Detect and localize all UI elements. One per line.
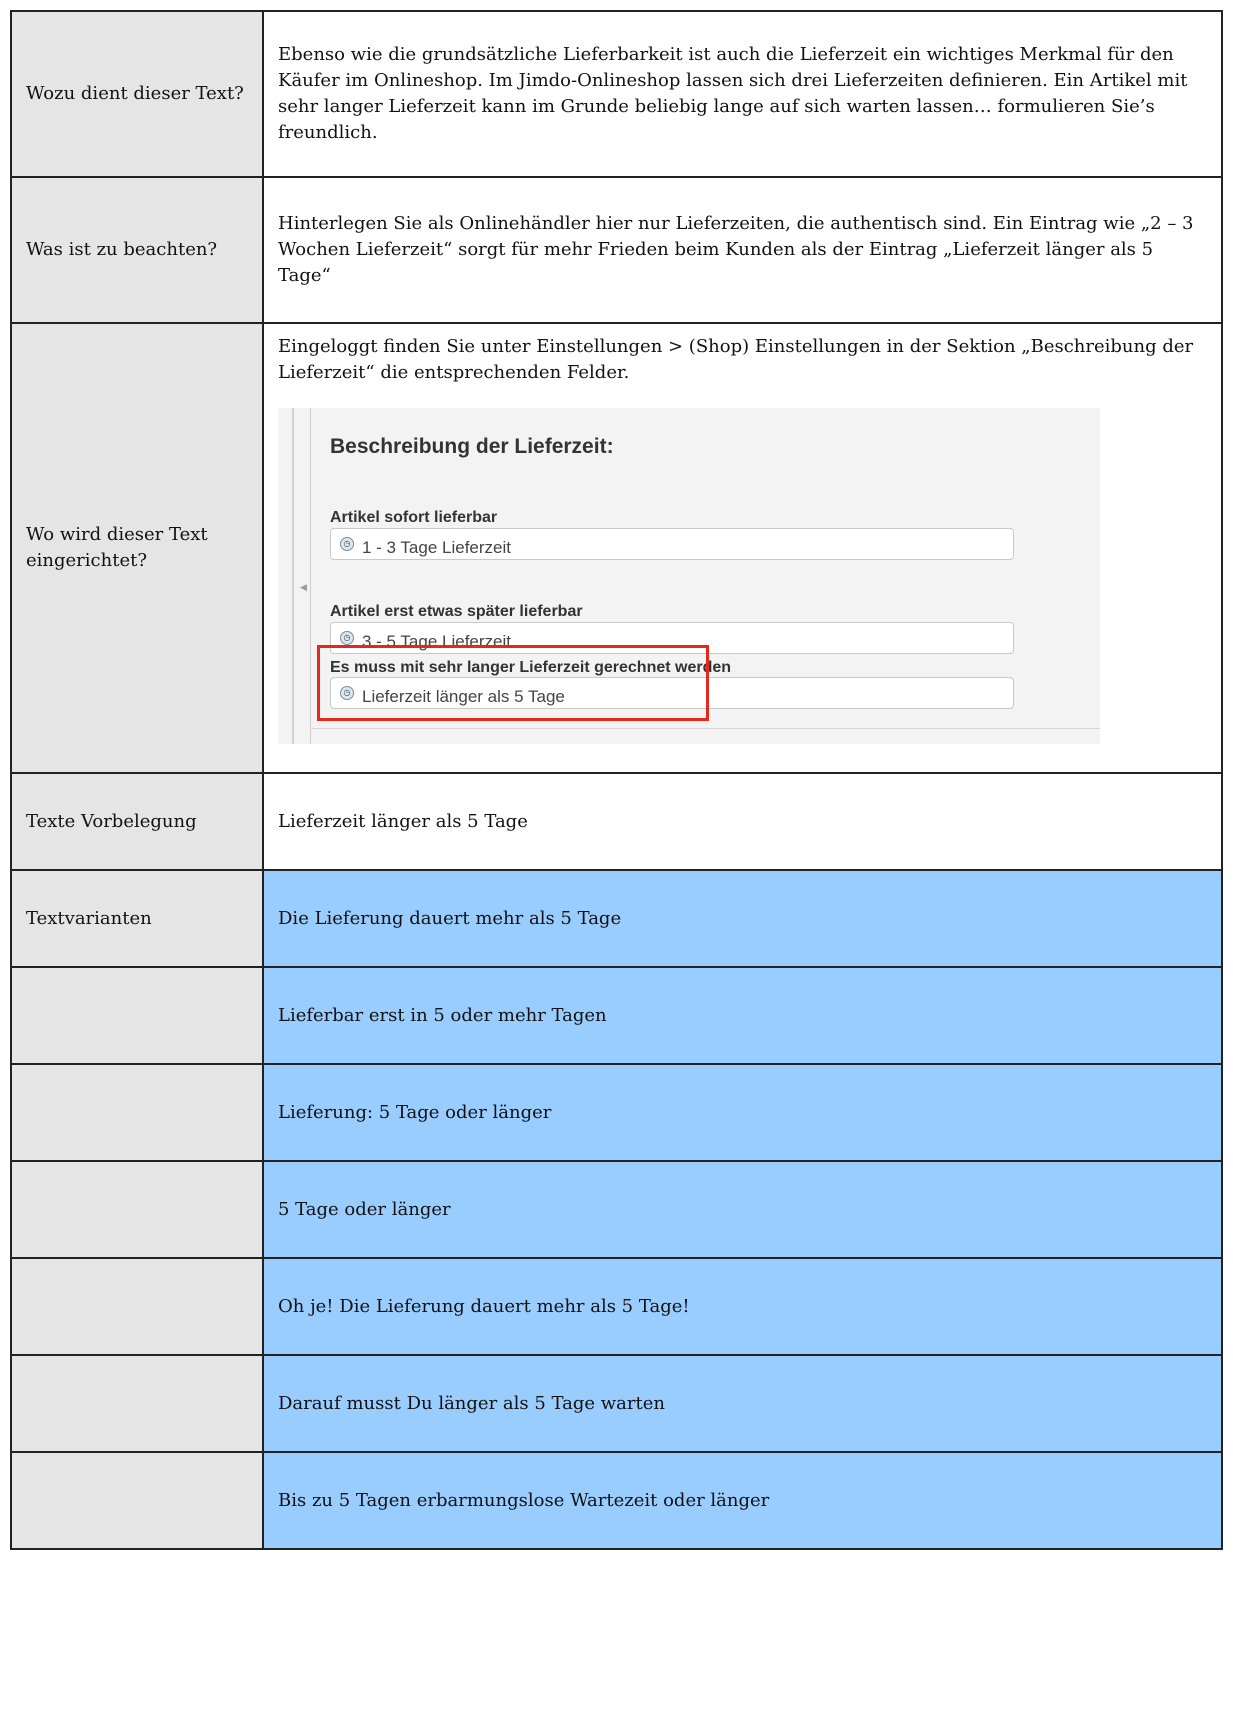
row-location: Wo wird dieser Text eingerichtet? Eingel… bbox=[10, 322, 1223, 774]
clock-icon: ◷ bbox=[340, 631, 354, 645]
variant-text: Bis zu 5 Tagen erbarmungslose Wartezeit … bbox=[262, 1451, 1223, 1550]
row-variant: Lieferbar erst in 5 oder mehr Tagen bbox=[10, 966, 1223, 1065]
variant-text: Lieferbar erst in 5 oder mehr Tagen bbox=[262, 966, 1223, 1065]
row-label-empty bbox=[10, 966, 264, 1065]
collapse-arrow-icon: ◀ bbox=[300, 582, 307, 592]
row-label-empty bbox=[10, 1451, 264, 1550]
screenshot-bottom-border bbox=[310, 728, 1100, 729]
clock-icon: ◷ bbox=[340, 537, 354, 551]
row-variant: 5 Tage oder länger bbox=[10, 1160, 1223, 1259]
row-variant: Bis zu 5 Tagen erbarmungslose Wartezeit … bbox=[10, 1451, 1223, 1550]
row-variant: Textvarianten Die Lieferung dauert mehr … bbox=[10, 869, 1223, 968]
row-label-location: Wo wird dieser Text eingerichtet? bbox=[10, 322, 264, 774]
row-text-location: Eingeloggt finden Sie unter Einstellunge… bbox=[278, 336, 1194, 383]
variant-text: Die Lieferung dauert mehr als 5 Tage bbox=[262, 869, 1223, 968]
row-label-empty bbox=[10, 1063, 264, 1162]
row-variant: Lieferung: 5 Tage oder länger bbox=[10, 1063, 1223, 1162]
variant-text: Oh je! Die Lieferung dauert mehr als 5 T… bbox=[262, 1257, 1223, 1356]
row-default: Texte Vorbelegung Lieferzeit länger als … bbox=[10, 772, 1223, 871]
screenshot-divider bbox=[310, 408, 311, 744]
variant-text: 5 Tage oder länger bbox=[262, 1160, 1223, 1259]
row-label-purpose: Wozu dient dieser Text? bbox=[10, 10, 264, 178]
variant-text: Darauf musst Du länger als 5 Tage warten bbox=[262, 1354, 1223, 1453]
row-variant: Darauf musst Du länger als 5 Tage warten bbox=[10, 1354, 1223, 1453]
row-label-empty bbox=[10, 1257, 264, 1356]
row-label-empty bbox=[10, 1160, 264, 1259]
row-content-location: Eingeloggt finden Sie unter Einstellunge… bbox=[262, 322, 1223, 774]
row-text-notes: Hinterlegen Sie als Onlinehändler hier n… bbox=[262, 176, 1223, 324]
row-label-default: Texte Vorbelegung bbox=[10, 772, 264, 871]
field-value-immediate: 1 - 3 Tage Lieferzeit bbox=[362, 538, 511, 557]
settings-screenshot: ◀ Beschreibung der Lieferzeit: Artikel s… bbox=[278, 408, 1100, 744]
delivery-text-table: Wozu dient dieser Text? Ebenso wie die g… bbox=[10, 10, 1223, 1550]
screenshot-divider bbox=[292, 408, 294, 744]
row-label-notes: Was ist zu beachten? bbox=[10, 176, 264, 324]
screenshot-section-title: Beschreibung der Lieferzeit: bbox=[330, 435, 614, 458]
row-label-variants: Textvarianten bbox=[10, 869, 264, 968]
highlight-box bbox=[317, 645, 709, 721]
variant-text: Lieferung: 5 Tage oder länger bbox=[262, 1063, 1223, 1162]
field-input-immediate: ◷ 1 - 3 Tage Lieferzeit bbox=[330, 528, 1014, 560]
row-text-purpose: Ebenso wie die grundsätzliche Lieferbark… bbox=[262, 10, 1223, 178]
row-notes: Was ist zu beachten? Hinterlegen Sie als… bbox=[10, 176, 1223, 324]
row-label-empty bbox=[10, 1354, 264, 1453]
row-text-default: Lieferzeit länger als 5 Tage bbox=[262, 772, 1223, 871]
row-variant: Oh je! Die Lieferung dauert mehr als 5 T… bbox=[10, 1257, 1223, 1356]
row-purpose: Wozu dient dieser Text? Ebenso wie die g… bbox=[10, 10, 1223, 178]
